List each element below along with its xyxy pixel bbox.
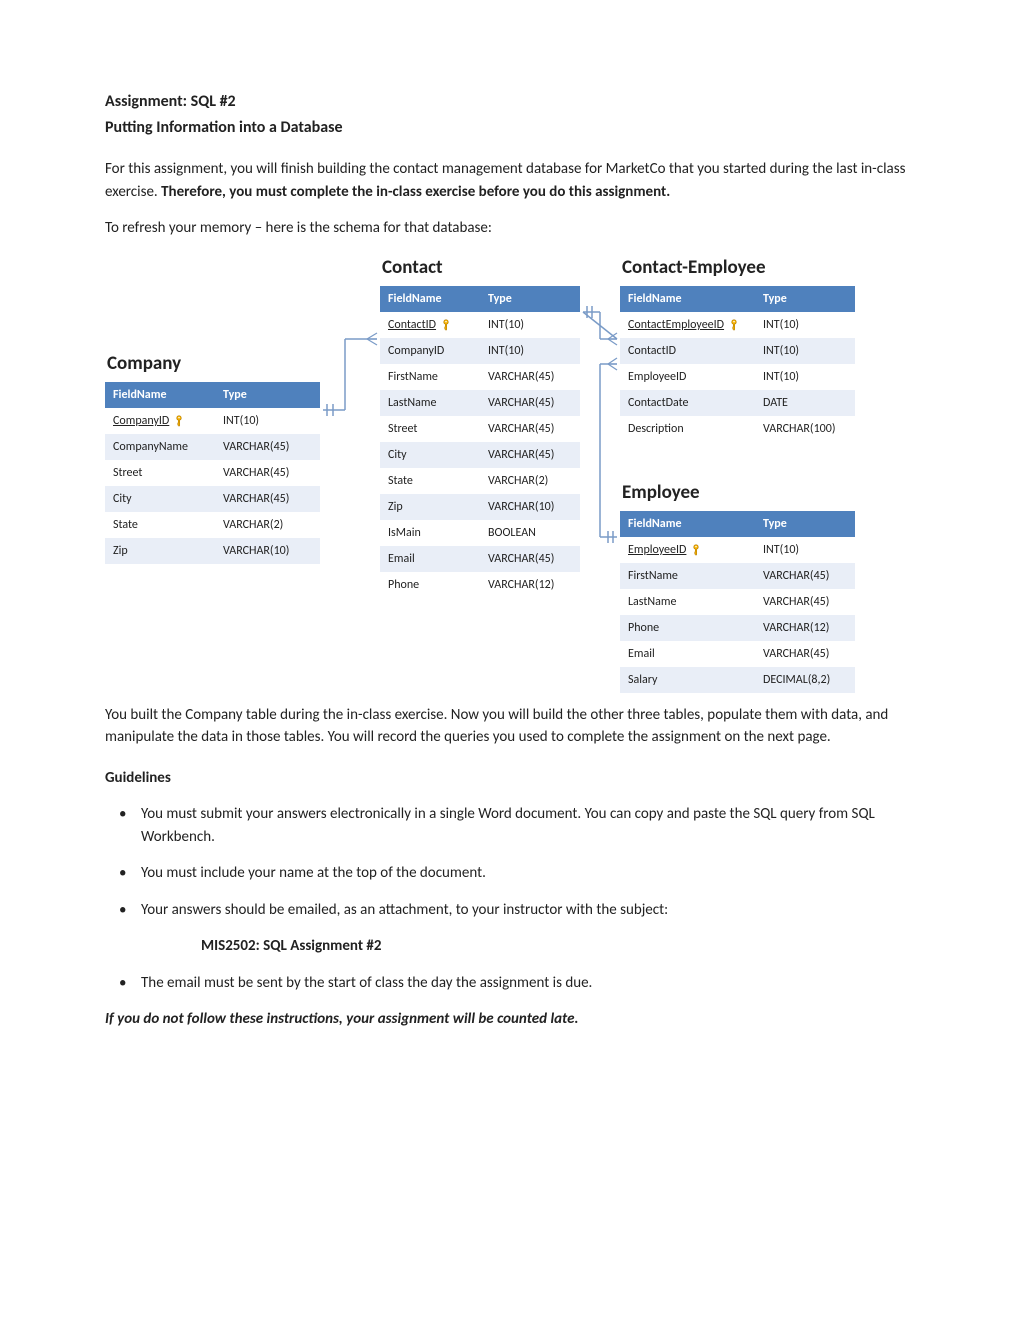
warning-text: If you do not follow these instructions,… xyxy=(105,1008,915,1031)
guideline-item: You must include your name at the top of… xyxy=(105,862,915,885)
mid-paragraph: You built the Company table during the i… xyxy=(105,704,915,749)
guidelines-list: You must submit your answers electronica… xyxy=(105,803,915,994)
intro-paragraph-2: To refresh your memory – here is the sch… xyxy=(105,217,915,240)
assignment-subtitle: Putting Information into a Database xyxy=(105,116,915,140)
email-subject: MIS2502: SQL Assignment #2 xyxy=(201,935,915,958)
intro-paragraph-1: For this assignment, you will finish bui… xyxy=(105,158,915,203)
guidelines-heading: Guidelines xyxy=(105,767,915,790)
schema-diagram: Company FieldName Type CompanyIDINT(10)C… xyxy=(105,254,915,684)
guideline-text: Your answers should be emailed, as an at… xyxy=(141,901,668,919)
guideline-item: You must submit your answers electronica… xyxy=(105,803,915,848)
intro-text-1b: Therefore, you must complete the in-clas… xyxy=(161,183,670,201)
guideline-item: The email must be sent by the start of c… xyxy=(105,972,915,995)
guideline-item: Your answers should be emailed, as an at… xyxy=(105,899,915,958)
relationship-connectors xyxy=(105,254,915,684)
assignment-title: Assignment: SQL #2 xyxy=(105,90,915,114)
